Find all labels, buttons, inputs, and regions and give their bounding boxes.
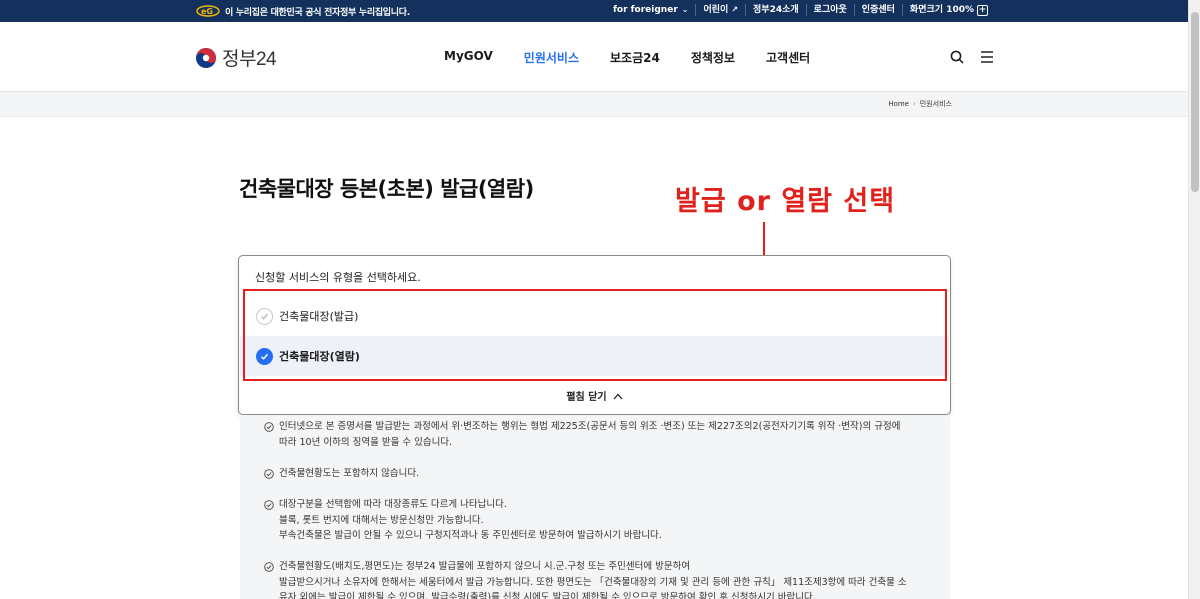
brand-logo[interactable]: 정부24 [195, 44, 277, 71]
notice-line: 부속건축물은 발급이 안될 수 있으니 구청지적과나 동 주민센터로 방문하여 … [279, 530, 662, 541]
check-circle-outline-icon [264, 562, 274, 572]
service-type-selector: 신청할 서비스의 유형을 선택하세요. 건축물대장(발급) 건축물대장(열람) … [238, 255, 951, 415]
notice-text: 건축물현황도는 포함하지 않습니다. [264, 466, 419, 482]
search-icon[interactable] [950, 50, 964, 64]
notice-line: 인터넷으로 본 증명서를 발급받는 과정에서 위·변조하는 행위는 형법 제22… [279, 421, 901, 432]
chevron-up-icon [613, 392, 623, 403]
notice-item: 인터넷으로 본 증명서를 발급받는 과정에서 위·변조하는 행위는 형법 제22… [264, 419, 900, 450]
notice-line: 블록, 롯트 번지에 대해서는 방문신청만 가능합니다. [279, 514, 484, 526]
main-nav: MyGOV 민원서비스 보조금24 정책정보 고객센터 [444, 49, 841, 66]
notice-line: 건축물현황도(배치도,평면도)는 정부24 발급물에 포함하지 않으니 시.군.… [279, 561, 691, 572]
utility-menu: for foreigner ⌄ 어린이 ↗ 정부24소개 로그아웃 인증센터 화면크… [606, 4, 995, 16]
hamburger-menu-icon[interactable] [980, 50, 994, 64]
breadcrumb-home[interactable]: Home [888, 100, 909, 108]
check-circle-outline-icon [264, 469, 274, 479]
site-header: 정부24 MyGOV 민원서비스 보조금24 정책정보 고객센터 [0, 22, 1188, 92]
notice-line: 대장구분을 선택함에 따라 대장종류도 다르게 나타납니다. [279, 499, 507, 510]
auth-center-link[interactable]: 인증센터 [853, 4, 902, 16]
nav-subsidy24[interactable]: 보조금24 [610, 49, 660, 66]
notice-item: 건축물현황도(배치도,평면도)는 정부24 발급물에 포함하지 않으니 시.군.… [264, 559, 907, 599]
zoom-label: 화면크기 [909, 5, 944, 15]
collapse-toggle-button[interactable]: 펼침 닫기 [239, 388, 950, 403]
nav-policy-info[interactable]: 정책정보 [691, 49, 735, 66]
chevron-right-icon: › [912, 100, 916, 108]
kids-link[interactable]: 어린이 ↗ [695, 4, 745, 16]
nav-mygov[interactable]: MyGOV [444, 49, 493, 66]
breadcrumb-band: Home › 민원서비스 [0, 92, 1188, 117]
egov-logo-icon: eG [196, 5, 220, 17]
check-circle-outline-icon [264, 500, 274, 510]
notice-text: 건축물현황도(배치도,평면도)는 정부24 발급물에 포함하지 않으니 시.군.… [264, 559, 907, 599]
zoom-control: 화면크기 100% + [901, 4, 995, 16]
zoom-in-button[interactable]: + [977, 4, 988, 16]
notice-line: 건축물현황도는 포함하지 않습니다. [279, 468, 420, 479]
gov-official-bar: eG 이 누리집은 대한민국 공식 전자정부 누리집입니다. for forei… [0, 0, 1188, 22]
notice-text: 대장구분을 선택함에 따라 대장종류도 다르게 나타납니다. 블록, 롯트 번지에… [264, 497, 662, 544]
about-link[interactable]: 정부24소개 [745, 4, 806, 16]
gov-notice: 이 누리집은 대한민국 공식 전자정부 누리집입니다. [225, 8, 410, 18]
kids-label: 어린이 [703, 5, 729, 15]
notice-item: 대장구분을 선택함에 따라 대장종류도 다르게 나타납니다. 블록, 롯트 번지에… [264, 497, 662, 544]
notice-item: 건축물현황도는 포함하지 않습니다. [264, 466, 419, 482]
nav-civil-services[interactable]: 민원서비스 [524, 49, 579, 66]
notice-line: 따라 10년 이하의 징역을 받을 수 있습니다. [279, 436, 453, 448]
breadcrumb: Home › 민원서비스 [888, 99, 952, 109]
check-circle-outline-icon [264, 422, 274, 432]
annotation-highlight-box [243, 289, 947, 381]
notice-text: 인터넷으로 본 증명서를 발급받는 과정에서 위·변조하는 행위는 형법 제22… [264, 419, 900, 450]
selector-prompt: 신청할 서비스의 유형을 선택하세요. [255, 271, 421, 284]
notice-list: 인터넷으로 본 증명서를 발급받는 과정에서 위·변조하는 행위는 형법 제22… [240, 415, 950, 599]
breadcrumb-current[interactable]: 민원서비스 [920, 99, 952, 109]
nav-customer-center[interactable]: 고객센터 [766, 49, 810, 66]
svg-text:eG: eG [201, 7, 213, 16]
brand-name: 정부24 [222, 49, 277, 70]
page-title: 건축물대장 등본(초본) 발급(열람) [239, 177, 534, 201]
collapse-toggle-label: 펼침 닫기 [566, 392, 607, 403]
for-foreigner-link[interactable]: for foreigner ⌄ [606, 4, 696, 16]
for-foreigner-label: for foreigner [612, 5, 678, 15]
notice-line: 유자 외에는 발급이 제한될 수 있으며, 발급수령(출력)를 신청 시에도 발… [279, 592, 816, 599]
zoom-value: 100% [946, 5, 974, 15]
external-link-icon: ↗ [731, 5, 739, 14]
chevron-down-icon: ⌄ [681, 5, 689, 14]
page-scrollbar[interactable] [1188, 0, 1200, 599]
logout-link[interactable]: 로그아웃 [805, 4, 854, 16]
notice-line: 발급받으시거나 소유자에 한해서는 세움터에서 발급 가능합니다. 또한 평면도… [279, 576, 907, 588]
scrollbar-thumb[interactable] [1191, 12, 1199, 192]
taegeuk-emblem-icon [196, 47, 216, 68]
annotation-text: 발급 or 열람 선택 [675, 186, 896, 217]
